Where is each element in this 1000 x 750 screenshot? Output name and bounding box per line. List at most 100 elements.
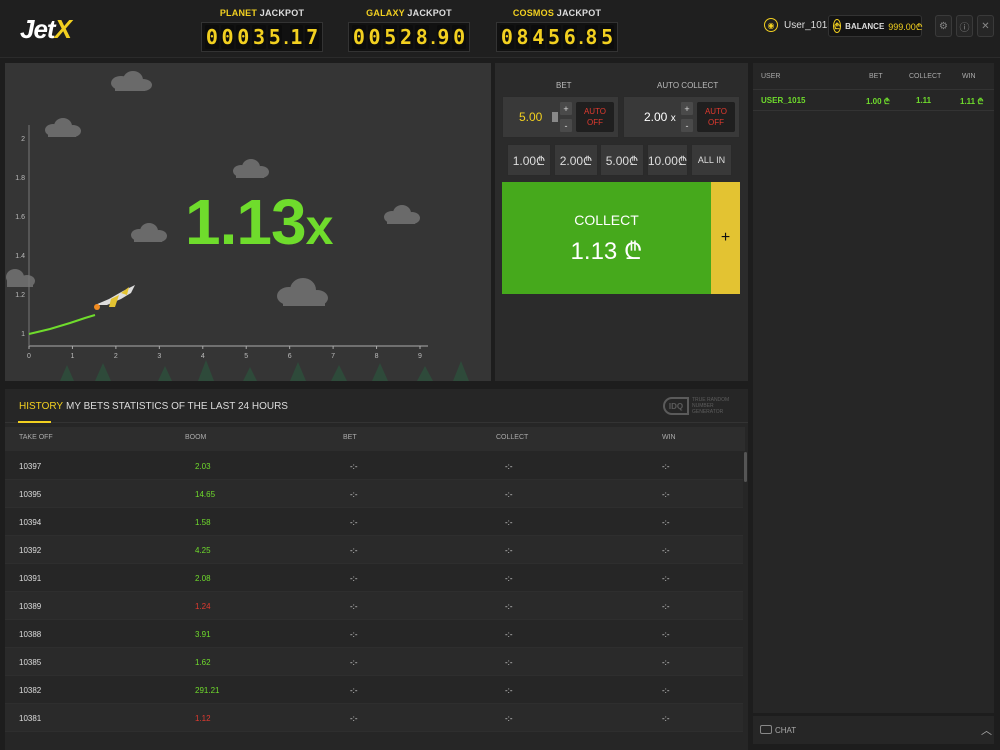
- auto-collect-decrease-button[interactable]: -: [681, 119, 693, 132]
- history-row: 10389 1.24 -:- -:- -:-: [5, 592, 743, 620]
- close-button[interactable]: ✕: [977, 15, 994, 37]
- currency-icon: ₾: [833, 19, 842, 33]
- info-icon: ⓘ: [959, 22, 970, 34]
- user-profile[interactable]: ◉ User_1015: [764, 18, 833, 32]
- y-tick-label: 1.4: [15, 253, 25, 260]
- col-boom: BOOM: [185, 434, 207, 441]
- jackpot-digit: 6: [562, 25, 577, 49]
- history-boom: 1.24: [195, 602, 211, 611]
- jetx-game-app: JetX PLANET JACKPOT 00035.17 GALAXY JACK…: [0, 0, 1000, 750]
- x-tick-label: 0: [27, 353, 31, 360]
- x-tick-label: 1: [70, 353, 74, 360]
- settings-button[interactable]: ⚙: [935, 15, 952, 37]
- username: User_1015: [784, 19, 833, 31]
- chip-1[interactable]: 1.00₾: [507, 144, 551, 176]
- history-tabs: HISTORY MY BETS STATISTICS OF THE LAST 2…: [5, 389, 748, 423]
- history-collect: -:-: [505, 630, 513, 639]
- player-row: USER_1015 1.00 ₾ 1.11 1.11 ₾: [753, 91, 994, 111]
- jackpot-decimal: .: [430, 28, 436, 48]
- y-tick-label: 1.2: [15, 292, 25, 299]
- jackpot-digit: 0: [220, 25, 235, 49]
- history-bet: -:-: [350, 518, 358, 527]
- info-button[interactable]: ⓘ: [956, 15, 973, 37]
- auto-collect-control: 2.00 x + - AUTO OFF: [623, 96, 740, 138]
- planet-jackpot: PLANET JACKPOT 00035.17: [201, 8, 323, 52]
- y-tick-label: 1.6: [15, 214, 25, 221]
- history-boom: 2.03: [195, 462, 211, 471]
- col-collect: COLLECT: [496, 434, 529, 441]
- history-row: 10395 14.65 -:- -:- -:-: [5, 480, 743, 508]
- history-collect: -:-: [505, 574, 513, 583]
- chat-icon: [760, 725, 772, 734]
- jet-icon: [94, 285, 135, 310]
- flight-area: 0 1 2 3 4 5 6 7 8 9 1 1.2 1.4 1.6 1.8 2 1.13x: [5, 63, 491, 381]
- auto-collect-value[interactable]: 2.00 x: [644, 110, 676, 124]
- bet-amount-value[interactable]: 5.00: [519, 110, 542, 124]
- bet-amount-control: 5.00 + - AUTO OFF: [502, 96, 619, 138]
- jackpot-digit: 0: [499, 25, 514, 49]
- bet-increase-button[interactable]: +: [560, 102, 572, 115]
- auto-bet-toggle[interactable]: AUTO OFF: [576, 102, 614, 132]
- jackpot-digit: 0: [204, 25, 219, 49]
- x-tick-label: 6: [288, 353, 292, 360]
- history-takeoff: 10397: [19, 462, 42, 471]
- jackpot-decimal: .: [578, 28, 584, 48]
- history-row: 10391 2.08 -:- -:- -:-: [5, 564, 743, 592]
- history-takeoff: 10392: [19, 546, 42, 555]
- history-boom: 3.91: [195, 630, 211, 639]
- jackpot-digit: 1: [289, 25, 304, 49]
- history-takeoff: 10382: [19, 686, 42, 695]
- history-table-body: 10397 2.03 -:- -:- -:- 10395 14.65 -:- -:- -:- 103…: [5, 452, 745, 750]
- jackpot-digit: 7: [305, 25, 320, 49]
- col-win: WIN: [662, 434, 676, 441]
- close-icon: ✕: [981, 20, 990, 32]
- galaxy-jackpot-counter: 00528.90: [348, 22, 470, 52]
- history-takeoff: 10395: [19, 490, 42, 499]
- history-collect: -:-: [505, 518, 513, 527]
- all-in-button[interactable]: ALL IN: [691, 144, 732, 176]
- players-col-bet: BET: [869, 73, 883, 80]
- x-tick-label: 8: [375, 353, 379, 360]
- players-divider: [753, 89, 994, 90]
- history-bet: -:-: [350, 462, 358, 471]
- cloud: [6, 269, 35, 287]
- user-icon: ◉: [764, 18, 778, 32]
- tab-statistics[interactable]: STATISTICS OF THE LAST 24 HOURS: [112, 401, 288, 412]
- history-boom: 1.62: [195, 658, 211, 667]
- history-boom: 14.65: [195, 490, 216, 499]
- history-collect: -:-: [505, 658, 513, 667]
- jackpot-digit: 0: [236, 25, 251, 49]
- add-bet-button[interactable]: +: [711, 182, 740, 294]
- history-takeoff: 10385: [19, 658, 42, 667]
- history-bet: -:-: [350, 658, 358, 667]
- player-collect: 1.11: [916, 96, 932, 105]
- auto-collect-increase-button[interactable]: +: [681, 102, 693, 115]
- chip-10[interactable]: 10.00₾: [647, 144, 688, 176]
- jackpot-digit: 3: [252, 25, 266, 49]
- history-bet: -:-: [350, 490, 358, 499]
- chat-bar[interactable]: CHAT ︿: [753, 716, 994, 744]
- jackpot-digit: 8: [584, 25, 599, 49]
- players-col-collect: COLLECT: [909, 73, 942, 80]
- auto-collect-toggle[interactable]: AUTO OFF: [697, 102, 735, 132]
- history-row: 10392 4.25 -:- -:- -:-: [5, 536, 743, 564]
- tab-my-bets[interactable]: MY BETS: [66, 401, 110, 412]
- history-win: -:-: [662, 518, 670, 527]
- history-win: -:-: [662, 462, 670, 471]
- history-boom: 291.21: [195, 686, 220, 695]
- tab-history[interactable]: HISTORY: [19, 401, 63, 412]
- cloud: [131, 223, 167, 242]
- bet-decrease-button[interactable]: -: [560, 119, 572, 132]
- chevron-up-icon[interactable]: ︿: [981, 722, 992, 738]
- y-tick-label: 2: [21, 136, 25, 143]
- jackpot-digit: 4: [531, 25, 546, 49]
- history-bet: -:-: [350, 714, 358, 723]
- bet-stack-icon: [552, 112, 558, 122]
- history-win: -:-: [662, 546, 670, 555]
- collect-button[interactable]: COLLECT 1.13 ₾: [502, 182, 711, 294]
- history-collect: -:-: [505, 462, 513, 471]
- collect-amount: 1.13 ₾: [570, 238, 643, 265]
- history-scrollbar[interactable]: [744, 452, 747, 482]
- chip-2[interactable]: 2.00₾: [554, 144, 598, 176]
- chip-5[interactable]: 5.00₾: [600, 144, 644, 176]
